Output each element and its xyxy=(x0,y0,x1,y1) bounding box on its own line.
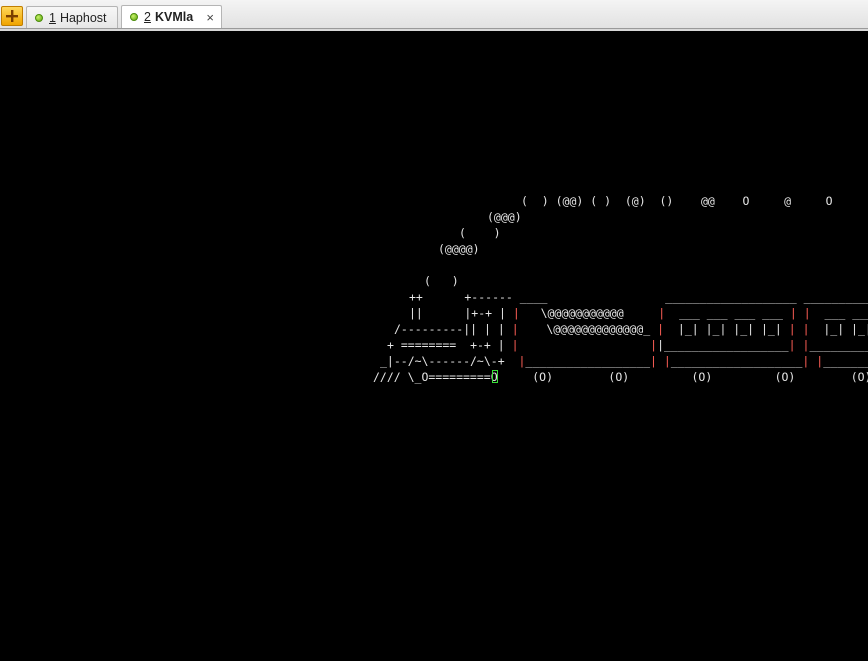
connection-status-icon xyxy=(130,13,138,21)
car-windows: |_| |_| xyxy=(809,322,868,336)
car-gap xyxy=(796,338,803,352)
train-row-5: _|--/~\------/~\-+ |__________________| … xyxy=(380,353,868,369)
tab-bar: 1 Haphost 2 KVMla × xyxy=(0,0,868,31)
car-windows-top: ___ ___ ___ ___ xyxy=(665,306,790,320)
new-session-button[interactable] xyxy=(1,6,23,26)
tab-kvmla[interactable]: 2 KVMla × xyxy=(121,5,222,28)
car-windows: |_| |_| |_| |_| xyxy=(664,322,789,336)
car-body xyxy=(519,338,651,352)
car-floor: _________ xyxy=(823,354,868,368)
car-wall: | xyxy=(788,322,796,336)
train-row-4: + ======== +-+ | | ||__________________|… xyxy=(387,337,868,353)
smoke-line-1: ( ) (@@) ( ) (@) () @@ O @ O xyxy=(521,194,833,208)
engine-cab: || |+-+ | xyxy=(409,306,513,320)
train-row-3: /---------|| | | | \@@@@@@@@@@@@@_ | |_|… xyxy=(394,321,868,337)
tab-number: 2 xyxy=(144,10,151,24)
smoke-line-3: ( ) xyxy=(459,226,501,240)
car-wall: | xyxy=(511,338,519,352)
car-wall: | xyxy=(512,306,520,320)
car-wall: | xyxy=(663,354,671,368)
car-body: |__________________ xyxy=(657,338,789,352)
engine-frame: _|--/~\------/~\-+ xyxy=(380,354,519,368)
car-wall: | xyxy=(802,322,810,336)
car-floor: ___________________ xyxy=(670,354,803,368)
smoke-line-5: ( ) xyxy=(424,274,459,288)
engine-boiler: /---------|| | | xyxy=(394,322,512,336)
car-wall: | xyxy=(650,354,657,368)
tab-number: 1 xyxy=(49,10,56,25)
car-gap xyxy=(657,354,664,368)
smoke-line-2: (@@@) xyxy=(487,210,522,224)
coal-load: \@@@@@@@@@@@@@_ xyxy=(518,322,658,336)
train-row-2: || |+-+ | | \@@@@@@@@@@@ | ___ ___ ___ _… xyxy=(409,305,868,321)
tab-label: Haphost xyxy=(59,10,107,25)
engine-top: ++ +------ xyxy=(409,290,520,304)
tab-label: KVMla xyxy=(154,10,194,24)
coal-load: \@@@@@@@@@@@ xyxy=(519,306,659,320)
car-gap xyxy=(796,322,803,336)
car-wall: | xyxy=(803,306,811,320)
car-gap xyxy=(797,306,804,320)
car-wall: | xyxy=(789,306,797,320)
terminal-screen[interactable]: ( ) (@@) ( ) (@) () @@ O @ O (@@@) ( ) (… xyxy=(0,31,868,661)
cars-roof: ____ ___________________ ______________ xyxy=(519,290,868,304)
engine-body: + ======== +-+ | xyxy=(387,338,512,352)
car-floor: __________________ xyxy=(525,354,651,368)
car-windows-top: ___ ___ xyxy=(810,306,868,320)
train-wheels-row: //// \_O=========O (O) (O) (O) (O) (O) xyxy=(373,370,868,384)
car-body: _________ xyxy=(809,338,868,352)
car-wall: | xyxy=(511,322,519,336)
tab-haphost[interactable]: 1 Haphost xyxy=(26,6,118,28)
connection-status-icon xyxy=(35,13,43,22)
smoke-line-4: (@@@@) xyxy=(438,242,480,256)
train-row-1: ++ +------ ____ ___________________ ____… xyxy=(409,289,868,305)
terminal-cursor xyxy=(492,370,498,383)
car-wall: | xyxy=(788,338,796,352)
close-tab-icon[interactable]: × xyxy=(206,10,214,25)
plus-icon xyxy=(6,10,18,22)
